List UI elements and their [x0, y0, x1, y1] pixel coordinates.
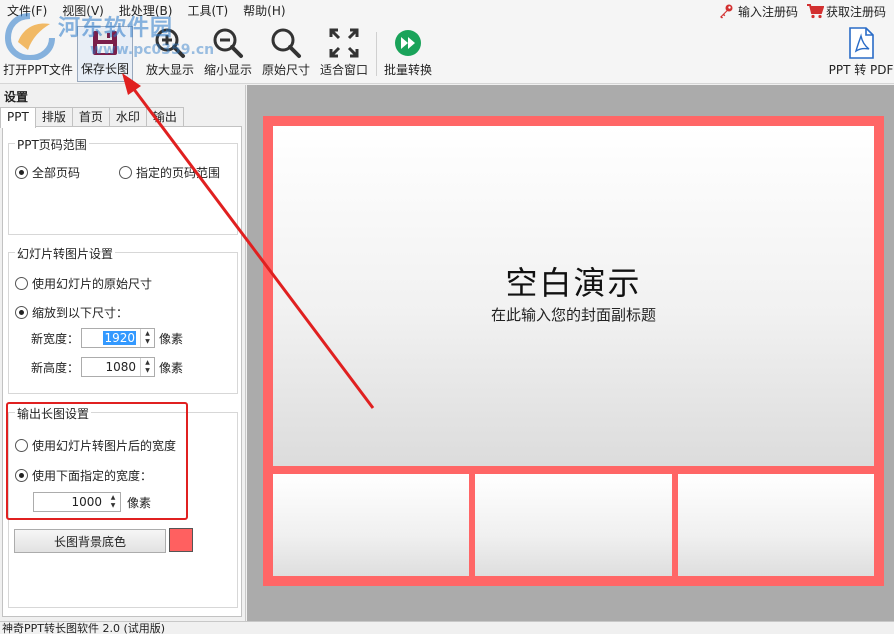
- magnifier-icon: [269, 26, 303, 59]
- ppt-to-pdf-button[interactable]: PPT 转 PDF: [828, 26, 894, 82]
- new-height-unit: 像素: [159, 360, 184, 375]
- toolbar-separator: [376, 32, 377, 76]
- enter-code-label: 输入注册码: [737, 4, 798, 19]
- new-height-value[interactable]: 1080: [82, 360, 140, 374]
- page-range-legend: PPT页码范围: [15, 136, 89, 153]
- menu-view[interactable]: 视图(V): [55, 0, 112, 22]
- get-registration-code[interactable]: 获取注册码: [806, 3, 886, 20]
- annotation-highlight-box: [6, 402, 188, 520]
- preview-area[interactable]: 空白演示 在此输入您的封面副标题: [247, 85, 894, 621]
- radio-specified-pages-label: 指定的页码范围: [136, 166, 221, 180]
- original-size-button[interactable]: 原始尺寸: [258, 26, 314, 82]
- zoom-in-button[interactable]: 放大显示: [142, 26, 198, 82]
- save-long-image-label: 保存长图: [80, 62, 129, 76]
- open-ppt-button[interactable]: 打开PPT文件: [2, 26, 74, 82]
- radio-all-pages-dot[interactable]: [15, 166, 28, 179]
- settings-panel: 设置 PPT 排版 首页 水印 输出 PPT页码范围 全部页码 指定的页码范围 …: [0, 85, 246, 621]
- save-disk-icon: [88, 27, 122, 58]
- toolbar: 打开PPT文件 保存长图 放大显示 缩小显示 原始尺寸 适合窗口 批量转换 PP…: [0, 22, 894, 84]
- new-width-stepper[interactable]: 1920 ▲ ▼: [81, 328, 155, 348]
- open-ppt-label: 打开PPT文件: [3, 63, 73, 77]
- menu-bar: 文件(F) 视图(V) 批处理(B) 工具(T) 帮助(H) 输入注册码 获取注…: [0, 0, 894, 22]
- menu-help[interactable]: 帮助(H): [236, 0, 293, 22]
- radio-scale-to-size[interactable]: 缩放到以下尺寸：: [15, 304, 128, 321]
- radio-all-pages[interactable]: 全部页码: [15, 164, 80, 181]
- tab-home[interactable]: 首页: [71, 107, 110, 127]
- radio-scale-to-size-dot[interactable]: [15, 306, 28, 319]
- slide-to-image-legend: 幻灯片转图片设置: [15, 245, 116, 262]
- zoom-out-icon: [211, 26, 245, 59]
- ppt-to-pdf-label: PPT 转 PDF: [828, 63, 894, 77]
- cover-slide: 空白演示 在此输入您的封面副标题: [273, 126, 874, 466]
- spin-arrows-icon[interactable]: ▲ ▼: [140, 329, 154, 347]
- status-bar: 神奇PPT转长图软件 2.0 (试用版): [0, 621, 894, 634]
- slide-thumbnail: [273, 474, 469, 576]
- radio-all-pages-label: 全部页码: [32, 166, 81, 180]
- fit-window-button[interactable]: 适合窗口: [316, 26, 372, 82]
- slide-to-image-group: 幻灯片转图片设置 使用幻灯片的原始尺寸 缩放到以下尺寸： 新宽度： 1920 ▲…: [8, 245, 238, 394]
- new-height-row: 新高度： 1080 ▲ ▼ 像素: [31, 357, 183, 377]
- key-icon: [718, 3, 734, 19]
- settings-title: 设置: [4, 90, 29, 104]
- zoom-out-label: 缩小显示: [203, 63, 252, 77]
- get-code-label: 获取注册码: [825, 4, 886, 19]
- fit-window-icon: [327, 26, 361, 59]
- batch-convert-button[interactable]: 批量转换: [380, 26, 436, 82]
- radio-specified-pages[interactable]: 指定的页码范围: [119, 164, 220, 181]
- new-height-label: 新高度：: [31, 360, 80, 375]
- new-width-value[interactable]: 1920: [82, 331, 140, 345]
- enter-registration-code[interactable]: 输入注册码: [718, 3, 798, 20]
- bg-color-swatch[interactable]: [169, 528, 193, 552]
- tab-layout[interactable]: 排版: [34, 107, 73, 127]
- pdf-file-icon: [844, 26, 878, 59]
- menu-tools[interactable]: 工具(T): [180, 0, 236, 22]
- slide-thumbnail: [475, 474, 672, 576]
- batch-convert-label: 批量转换: [383, 63, 432, 77]
- radio-specified-pages-dot[interactable]: [119, 166, 132, 179]
- new-width-row: 新宽度： 1920 ▲ ▼ 像素: [31, 328, 183, 348]
- original-size-label: 原始尺寸: [261, 63, 310, 77]
- new-height-stepper[interactable]: 1080 ▲ ▼: [81, 357, 155, 377]
- bg-color-button[interactable]: 长图背景底色: [14, 529, 166, 553]
- fast-forward-icon: [391, 26, 425, 59]
- menu-file[interactable]: 文件(F): [0, 0, 55, 22]
- zoom-out-button[interactable]: 缩小显示: [200, 26, 256, 82]
- spin-arrows-icon[interactable]: ▲ ▼: [140, 358, 154, 376]
- menu-batch[interactable]: 批处理(B): [112, 0, 181, 22]
- zoom-in-icon: [153, 26, 187, 59]
- status-text: 神奇PPT转长图软件 2.0 (试用版): [2, 622, 166, 634]
- fit-window-label: 适合窗口: [319, 63, 368, 77]
- radio-use-original-size-label: 使用幻灯片的原始尺寸: [32, 277, 153, 291]
- long-image-preview: 空白演示 在此输入您的封面副标题: [263, 116, 884, 586]
- radio-scale-to-size-label: 缩放到以下尺寸：: [32, 306, 129, 320]
- slide-title: 空白演示: [505, 264, 642, 302]
- slide-subtitle: 在此输入您的封面副标题: [490, 306, 656, 324]
- radio-use-original-size-dot[interactable]: [15, 277, 28, 290]
- settings-tabs: PPT 排版 首页 水印 输出: [0, 107, 184, 128]
- slide-thumbnail: [678, 474, 874, 576]
- open-folder-icon: [21, 26, 55, 59]
- tab-ppt[interactable]: PPT: [0, 107, 36, 128]
- new-width-label: 新宽度：: [31, 331, 80, 346]
- new-width-unit: 像素: [159, 331, 184, 346]
- page-range-group: PPT页码范围 全部页码 指定的页码范围: [8, 136, 238, 235]
- tab-output[interactable]: 输出: [145, 107, 184, 127]
- tab-watermark[interactable]: 水印: [108, 107, 147, 127]
- radio-use-original-size[interactable]: 使用幻灯片的原始尺寸: [15, 275, 152, 292]
- save-long-image-button[interactable]: 保存长图: [77, 26, 133, 82]
- zoom-in-label: 放大显示: [145, 63, 194, 77]
- cart-icon: [806, 3, 825, 19]
